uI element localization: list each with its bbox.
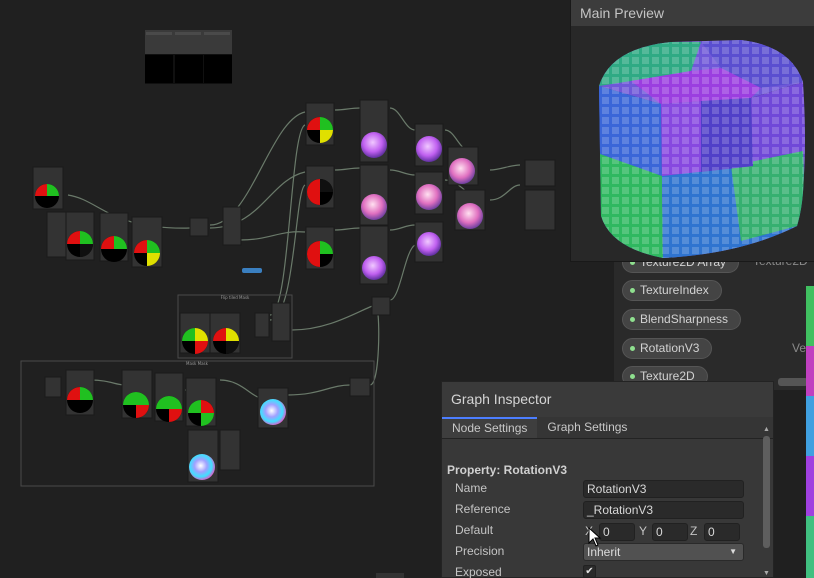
blackboard-panel: Texture2D Array Texture2D TextureIndex B… — [614, 250, 814, 390]
precision-label: Precision — [455, 544, 505, 558]
preview-cube — [599, 40, 805, 258]
blackboard-property-rotationv3[interactable]: RotationV3 — [622, 338, 713, 359]
tab-node-settings[interactable]: Node Settings — [442, 417, 538, 438]
inspector-tabs: Node Settings Graph Settings — [442, 417, 773, 439]
exposed-dot-icon — [630, 374, 635, 379]
precision-dropdown[interactable]: Inherit ▼ — [583, 543, 744, 561]
exposed-dot-icon — [630, 317, 635, 322]
node-texture-array-preview[interactable] — [145, 30, 232, 84]
default-z-label[interactable]: Z — [690, 524, 697, 538]
graph-inspector-title: Graph Inspector — [442, 382, 773, 417]
default-x-field[interactable]: 0 — [599, 523, 635, 541]
exposed-label: Exposed — [455, 565, 502, 578]
group-title-mask: Mask Mask — [186, 361, 209, 366]
tab-graph-settings[interactable]: Graph Settings — [537, 417, 637, 438]
default-label: Default — [455, 523, 494, 537]
property-label: RotationV3 — [640, 341, 700, 355]
default-y-field[interactable]: 0 — [652, 523, 688, 541]
reference-field[interactable]: _RotationV3 — [583, 501, 744, 519]
precision-value: Inherit — [587, 545, 621, 559]
name-label: Name — [455, 481, 488, 495]
reference-label: Reference — [455, 502, 511, 516]
texture-property-node[interactable] — [242, 268, 262, 273]
preview-mesh-viewport[interactable] — [571, 26, 814, 261]
scroll-down-icon[interactable]: ▼ — [763, 570, 770, 577]
property-title: Property: RotationV3 — [447, 463, 568, 477]
exposed-dot-icon — [630, 288, 635, 293]
blackboard-scrollbar[interactable] — [778, 378, 808, 386]
side-preview-strip — [806, 286, 814, 578]
default-z-field[interactable]: 0 — [704, 523, 740, 541]
inspector-scrollbar[interactable]: ▲ ▼ — [762, 426, 771, 578]
default-y-label[interactable]: Y — [639, 524, 647, 538]
chevron-down-icon: ▼ — [729, 547, 737, 556]
name-field[interactable]: RotationV3 — [583, 480, 744, 498]
blackboard-property-textureindex[interactable]: TextureIndex — [622, 280, 722, 301]
scroll-up-icon[interactable]: ▲ — [763, 426, 770, 433]
graph-inspector-panel: Graph Inspector Node Settings Graph Sett… — [441, 381, 774, 578]
mouse-cursor-icon — [588, 527, 602, 547]
blackboard-property-blendsharpness[interactable]: BlendSharpness — [622, 309, 742, 330]
scrollbar-thumb[interactable] — [763, 436, 770, 548]
exposed-dot-icon — [630, 346, 635, 351]
main-preview-title: Main Preview — [571, 0, 814, 26]
exposed-checkbox[interactable]: ✔ — [583, 565, 596, 578]
property-label: BlendSharpness — [640, 312, 729, 326]
property-label: TextureIndex — [640, 283, 709, 297]
main-preview-panel: Main Preview — [570, 0, 814, 262]
group-title-flip-tiled-mask: Flip tiled Mask — [221, 295, 250, 300]
